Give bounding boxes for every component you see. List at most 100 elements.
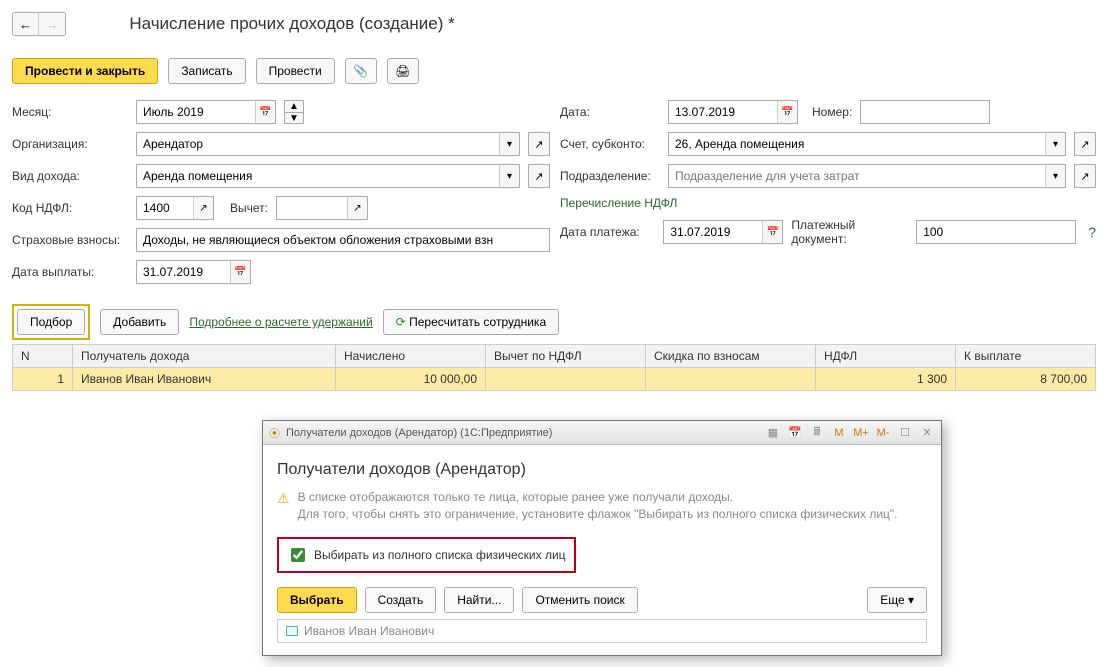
income-type-input[interactable] [137,165,499,187]
col-recipient: Получатель дохода [73,345,336,368]
date-calendar-icon[interactable]: 📅 [777,101,797,123]
grid-icon[interactable]: ▦ [765,425,781,441]
tax-doc-label: Платежный документ: [791,218,908,246]
pay-date-input[interactable] [137,261,230,283]
dialog-info-1: В списке отображаются только те лица, ко… [298,489,898,506]
col-discount: Скидка по взносам [646,345,816,368]
dialog-window-title: Получатели доходов (Арендатор) (1С:Предп… [286,427,552,439]
page-title: Начисление прочих доходов (создание) * [129,14,454,34]
table-toolbar: Подбор Добавить Подробнее о расчете удер… [12,304,1096,340]
org-label: Организация: [12,137,128,151]
month-down-button[interactable]: ▼ [284,112,304,124]
dialog-titlebar[interactable]: ⦿ Получатели доходов (Арендатор) (1С:Пре… [263,421,941,445]
date-label: Дата: [560,105,660,119]
dialog-cancel-find-button[interactable]: Отменить поиск [522,587,637,613]
list-item[interactable]: Иванов Иван Иванович [277,619,927,643]
warning-icon: ⚠ [277,489,290,509]
app-icon: ⦿ [269,425,280,441]
month-up-button[interactable]: ▲ [284,100,304,112]
dialog-more-button[interactable]: Еще ▾ [867,587,927,613]
ndfl-code-label: Код НДФЛ: [12,201,128,215]
pick-button[interactable]: Подбор [17,309,85,335]
table-row[interactable]: 1 Иванов Иван Иванович 10 000,00 1 300 8… [13,368,1096,391]
department-input[interactable] [669,165,1045,187]
income-type-dropdown-button[interactable]: ▾ [499,165,519,187]
number-label: Номер: [812,105,852,119]
recipients-dialog: ⦿ Получатели доходов (Арендатор) (1С:Пре… [262,420,942,656]
ndfl-transfer-section: Перечисление НДФЛ [560,196,677,210]
month-label: Месяц: [12,105,128,119]
dialog-heading: Получатели доходов (Арендатор) [277,461,927,479]
cell-ndfl: 1 300 [816,368,956,391]
nav-arrows: ← → [12,12,66,36]
ndfl-code-input[interactable] [137,197,193,219]
dialog-select-button[interactable]: Выбрать [277,587,357,613]
list-item-label: Иванов Иван Иванович [304,624,434,638]
forward-button[interactable]: → [39,13,65,35]
account-dropdown-button[interactable]: ▾ [1045,133,1065,155]
calendar-small-icon[interactable]: 📅 [787,425,803,441]
org-input[interactable] [137,133,499,155]
cell-accrued: 10 000,00 [336,368,486,391]
printer-icon: 🖨 [395,64,410,78]
post-button[interactable]: Провести [256,58,335,84]
tax-doc-input[interactable] [917,221,1075,243]
cell-recipient: Иванов Иван Иванович [73,368,336,391]
paperclip-icon: 📎 [353,64,368,78]
col-topay: К выплате [956,345,1096,368]
org-dropdown-button[interactable]: ▾ [499,133,519,155]
chevron-down-icon: ▾ [908,593,914,607]
deduction-open-button[interactable]: ↗ [347,197,367,219]
number-input[interactable] [861,101,989,123]
person-card-icon [286,626,298,636]
print-button[interactable]: 🖨 [387,58,419,84]
attach-button[interactable]: 📎 [345,58,377,84]
cell-n: 1 [13,368,73,391]
recalculate-button[interactable]: ⟳ Пересчитать сотрудника [383,309,559,335]
maximize-icon[interactable]: ☐ [897,425,913,441]
department-label: Подразделение: [560,169,660,183]
calc-icon[interactable]: 🖩 [809,425,825,441]
dialog-create-button[interactable]: Создать [365,587,437,613]
m-button[interactable]: M [831,425,847,441]
full-list-checkbox-label[interactable]: Выбирать из полного списка физических ли… [287,545,566,565]
close-icon[interactable]: ✕ [919,425,935,441]
cell-ndfl-deduction [486,368,646,391]
account-input[interactable] [669,133,1045,155]
department-open-button[interactable]: ↗ [1074,164,1096,188]
ndfl-code-open-button[interactable]: ↗ [193,197,213,219]
m-minus-button[interactable]: M- [875,425,891,441]
insurance-label: Страховые взносы: [12,233,128,247]
help-icon[interactable]: ? [1088,224,1096,240]
deduction-input[interactable] [277,197,347,219]
department-dropdown-button[interactable]: ▾ [1045,165,1065,187]
dialog-info-2: Для того, чтобы снять это ограничение, у… [298,506,898,523]
write-button[interactable]: Записать [168,58,245,84]
col-accrued: Начислено [336,345,486,368]
calendar-icon[interactable]: 📅 [255,101,275,123]
income-type-open-button[interactable]: ↗ [528,164,550,188]
insurance-input[interactable] [137,229,549,251]
m-plus-button[interactable]: M+ [853,425,869,441]
date-input[interactable] [669,101,777,123]
dialog-find-button[interactable]: Найти... [444,587,514,613]
highlighted-checkbox-area: Выбирать из полного списка физических ли… [277,537,576,573]
add-button[interactable]: Добавить [100,309,179,335]
income-type-label: Вид дохода: [12,169,128,183]
deduction-label: Вычет: [230,201,268,215]
tax-date-input[interactable] [664,221,762,243]
full-list-checkbox[interactable] [291,548,305,562]
cell-discount [646,368,816,391]
deductions-details-link[interactable]: Подробнее о расчете удержаний [189,315,372,329]
back-button[interactable]: ← [13,13,39,35]
col-ndfl-deduction: Вычет по НДФЛ [486,345,646,368]
month-input[interactable] [137,101,255,123]
account-open-button[interactable]: ↗ [1074,132,1096,156]
refresh-icon: ⟳ [396,315,406,329]
account-label: Счет, субконто: [560,137,660,151]
col-ndfl: НДФЛ [816,345,956,368]
post-and-close-button[interactable]: Провести и закрыть [12,58,158,84]
tax-date-calendar-icon[interactable]: 📅 [762,221,782,243]
org-open-button[interactable]: ↗ [528,132,550,156]
pay-date-calendar-icon[interactable]: 📅 [230,261,250,283]
